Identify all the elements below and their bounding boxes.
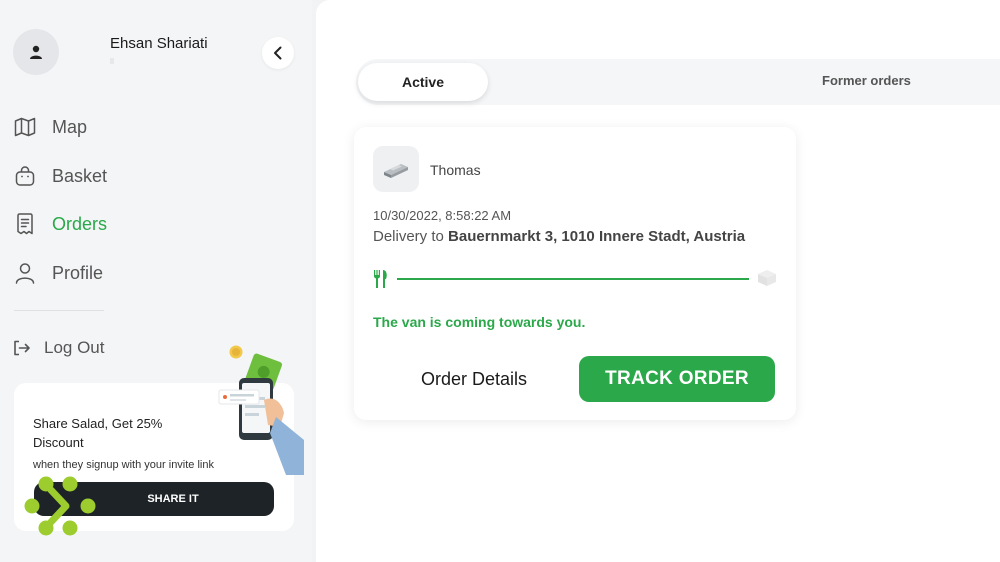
map-icon <box>14 116 36 138</box>
sidebar-item-label: Basket <box>52 165 108 186</box>
main-content: Active Former orders Thomas 10/30/2022, … <box>316 0 1000 562</box>
delivery-status-text: The van is coming towards you. <box>373 314 586 330</box>
sidebar: Ehsan Shariati Map Basket Orders Profile… <box>0 0 312 562</box>
user-avatar-icon <box>30 45 42 59</box>
collapse-sidebar-button[interactable] <box>262 37 294 69</box>
sidebar-item-map[interactable]: Map <box>14 114 87 140</box>
logout-button[interactable]: Log Out <box>12 336 105 360</box>
logout-label: Log Out <box>44 338 105 357</box>
restaurant-image-icon <box>384 164 408 178</box>
tab-former-orders[interactable]: Former orders <box>822 73 911 88</box>
order-card: Thomas 10/30/2022, 8:58:22 AM Delivery t… <box>354 127 796 420</box>
delivery-progress-bar <box>397 278 749 280</box>
order-datetime: 10/30/2022, 8:58:22 AM <box>373 208 512 223</box>
basket-icon <box>14 165 36 187</box>
restaurant-logo <box>373 146 419 192</box>
phone-money-illustration-icon <box>218 345 304 475</box>
sidebar-item-basket[interactable]: Basket <box>14 163 107 189</box>
sidebar-item-profile[interactable]: Profile <box>14 260 103 286</box>
tab-active[interactable]: Active <box>358 63 488 101</box>
user-name: Ehsan Shariati <box>110 35 208 52</box>
sidebar-item-label: Profile <box>52 262 104 283</box>
order-details-button[interactable]: Order Details <box>402 356 546 402</box>
package-icon <box>758 270 776 286</box>
receipt-icon <box>14 213 36 235</box>
track-order-button[interactable]: TRACK ORDER <box>579 356 775 402</box>
delivery-address-value: Bauernmarkt 3, 1010 Innere Stadt, Austri… <box>448 228 746 245</box>
avatar[interactable] <box>13 29 59 75</box>
delivery-address: Delivery to Bauernmarkt 3, 1010 Innere S… <box>373 228 745 245</box>
nav-divider <box>14 310 104 311</box>
promo-title: Share Salad, Get 25% Discount <box>33 416 163 450</box>
brand-logo-icon <box>24 476 96 536</box>
fork-knife-icon <box>374 270 387 288</box>
sidebar-item-label: Orders <box>52 213 108 234</box>
user-subtitle <box>110 58 114 64</box>
delivery-progress-fill <box>397 278 749 280</box>
user-icon <box>14 262 36 284</box>
sidebar-item-label: Map <box>52 116 88 137</box>
logout-icon <box>12 338 32 358</box>
sidebar-item-orders[interactable]: Orders <box>14 211 107 237</box>
restaurant-name: Thomas <box>430 162 481 178</box>
order-tabs: Active Former orders <box>356 59 1000 105</box>
chevron-left-icon <box>274 46 282 60</box>
delivery-prefix: Delivery to <box>373 228 444 245</box>
